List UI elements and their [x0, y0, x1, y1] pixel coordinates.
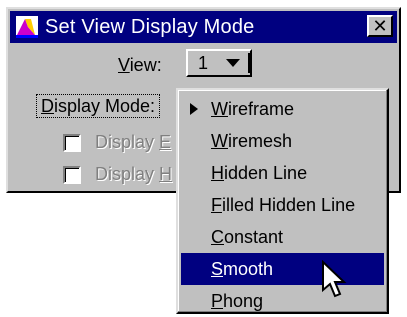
display-mode-label: Display Mode: — [36, 94, 161, 118]
menu-item-wireframe[interactable]: Wireframe — [181, 93, 384, 125]
display-e-option[interactable]: Display E — [63, 132, 171, 153]
menu-item-constant[interactable]: Constant — [181, 221, 384, 253]
display-mode-menu: Wireframe Wiremesh Hidden Line Filled Hi… — [176, 88, 389, 314]
display-h-checkbox[interactable] — [63, 165, 81, 184]
window-title: Set View Display Mode — [45, 15, 255, 38]
menu-item-hidden-line[interactable]: Hidden Line — [181, 157, 384, 189]
mouse-pointer-icon — [320, 260, 350, 300]
select-divider — [248, 53, 250, 73]
chevron-down-icon — [226, 59, 240, 67]
menu-item-filled-hidden-line[interactable]: Filled Hidden Line — [181, 189, 384, 221]
menu-item-smooth[interactable]: Smooth — [181, 253, 384, 285]
checked-arrow-icon — [190, 103, 198, 115]
display-e-label: Display E — [95, 132, 172, 152]
title-bar[interactable]: Set View Display Mode ✕ — [10, 11, 397, 43]
view-label: View: — [118, 55, 162, 75]
view-select[interactable]: 1 — [186, 49, 252, 77]
menu-item-wiremesh[interactable]: Wiremesh — [181, 125, 384, 157]
close-icon: ✕ — [372, 16, 388, 36]
display-h-option[interactable]: Display H — [63, 164, 172, 185]
display-h-label: Display H — [95, 164, 173, 184]
menu-item-phong[interactable]: Phong — [181, 285, 384, 317]
display-e-checkbox[interactable] — [63, 133, 81, 152]
view-select-value: 1 — [198, 52, 209, 73]
app-icon — [15, 15, 39, 39]
close-button[interactable]: ✕ — [367, 15, 393, 37]
